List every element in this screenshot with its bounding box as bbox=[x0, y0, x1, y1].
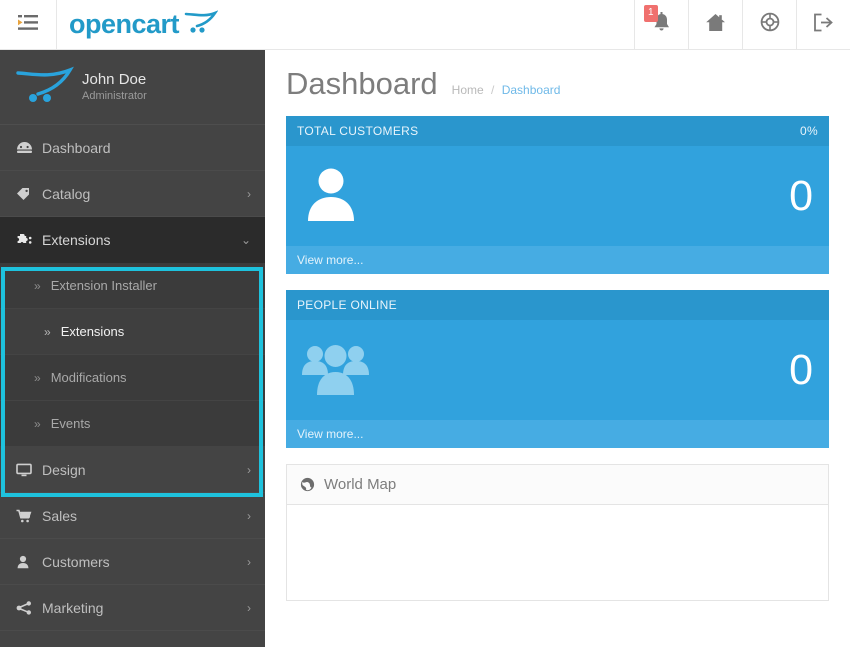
sidebar-item-marketing[interactable]: Marketing › bbox=[0, 585, 265, 631]
logout-icon bbox=[813, 13, 834, 37]
group-users-icon bbox=[300, 337, 372, 404]
world-map-canvas[interactable] bbox=[287, 505, 828, 600]
panel-header: World Map bbox=[287, 465, 828, 505]
double-chevron-right-icon: » bbox=[34, 370, 41, 385]
breadcrumb-current[interactable]: Dashboard bbox=[502, 83, 561, 97]
sidebar-subitem-modifications[interactable]: » Modifications bbox=[0, 355, 265, 401]
sidebar-item-dashboard[interactable]: Dashboard bbox=[0, 125, 265, 171]
support-button[interactable] bbox=[742, 0, 796, 49]
main-content: Dashboard Home / Dashboard TOTAL CUSTOME… bbox=[265, 50, 850, 647]
double-chevron-right-icon: » bbox=[34, 416, 41, 431]
user-profile-text: John Doe Administrator bbox=[76, 71, 147, 103]
sidebar-item-label: Catalog bbox=[42, 185, 91, 202]
sidebar-item-customers[interactable]: Customers › bbox=[0, 539, 265, 585]
cart-icon bbox=[16, 509, 42, 523]
notification-count-badge: 1 bbox=[644, 5, 658, 22]
breadcrumb: Home / Dashboard bbox=[452, 83, 561, 97]
chevron-down-icon: ⌄ bbox=[240, 233, 251, 247]
sidebar-subitem-extension-installer[interactable]: » Extension Installer bbox=[0, 263, 265, 309]
puzzle-piece-icon bbox=[16, 233, 42, 247]
breadcrumb-home[interactable]: Home bbox=[452, 83, 484, 97]
sidebar-item-catalog[interactable]: Catalog › bbox=[0, 171, 265, 217]
brand-logo[interactable]: opencart bbox=[57, 0, 219, 49]
storefront-button[interactable] bbox=[688, 0, 742, 49]
double-chevron-right-icon: » bbox=[44, 324, 51, 339]
sidebar-item-sales[interactable]: Sales › bbox=[0, 493, 265, 539]
tile-title: TOTAL CUSTOMERS bbox=[297, 124, 419, 138]
tile-view-more-link[interactable]: View more... bbox=[286, 420, 829, 448]
page-title: Dashboard bbox=[286, 66, 438, 101]
notifications-button[interactable]: 1 bbox=[634, 0, 688, 49]
sidebar-item-label: Extensions bbox=[42, 232, 111, 248]
sidebar-subitem-label: Modifications bbox=[50, 370, 127, 385]
page-header: Dashboard Home / Dashboard bbox=[286, 50, 829, 116]
world-map-panel: World Map bbox=[286, 464, 829, 601]
tile-value: 0 bbox=[789, 345, 813, 394]
sidebar-subitem-label: Events bbox=[50, 416, 91, 431]
header-spacer bbox=[218, 0, 634, 49]
sidebar-navigation: John Doe Administrator Dashboard Catalog… bbox=[0, 50, 265, 647]
tile-value: 0 bbox=[789, 171, 813, 220]
list-indent-icon bbox=[18, 14, 38, 35]
sidebar-item-label: Design bbox=[42, 461, 86, 478]
panel-title: World Map bbox=[324, 476, 397, 493]
top-header-bar: opencart 1 bbox=[0, 0, 850, 50]
sidebar-subitem-events[interactable]: » Events bbox=[0, 401, 265, 447]
opencart-cart-icon bbox=[14, 65, 76, 110]
chevron-right-icon: › bbox=[247, 508, 251, 523]
sidebar-item-label: Dashboard bbox=[42, 139, 111, 156]
sidebar-item-label: Sales bbox=[42, 507, 78, 524]
total-customers-tile: TOTAL CUSTOMERS 0% 0 View more... bbox=[286, 116, 829, 274]
sidebar-item-design[interactable]: Design › bbox=[0, 447, 265, 493]
sidebar-subitem-extensions[interactable]: » Extensions bbox=[0, 309, 265, 355]
people-online-tile: PEOPLE ONLINE 0 View more... bbox=[286, 290, 829, 448]
tile-body: 0 bbox=[286, 320, 829, 420]
tachometer-icon bbox=[16, 141, 42, 155]
logout-button[interactable] bbox=[796, 0, 850, 49]
chevron-right-icon: › bbox=[247, 186, 251, 201]
brand-name: opencart bbox=[69, 9, 180, 39]
tile-view-more-link[interactable]: View more... bbox=[286, 246, 829, 274]
monitor-icon bbox=[16, 463, 42, 477]
tile-title: PEOPLE ONLINE bbox=[297, 298, 397, 312]
tile-body: 0 bbox=[286, 146, 829, 246]
user-name: John Doe bbox=[82, 71, 147, 88]
sidebar-subitem-label: Extension Installer bbox=[50, 278, 157, 293]
lifering-icon bbox=[760, 12, 780, 37]
breadcrumb-separator: / bbox=[491, 83, 495, 97]
sidebar-item-extensions[interactable]: Extensions ⌄ bbox=[0, 217, 265, 263]
extensions-submenu: » Extension Installer » Extensions » Mod… bbox=[0, 263, 265, 447]
sidebar-item-label: Marketing bbox=[42, 599, 104, 616]
sidebar-toggle-button[interactable] bbox=[0, 0, 57, 49]
sidebar-subitem-label: Extensions bbox=[60, 324, 125, 339]
chevron-right-icon: › bbox=[247, 600, 251, 615]
user-role: Administrator bbox=[82, 90, 147, 102]
opencart-admin-window: opencart 1 John Doe Administrator Dashbo… bbox=[0, 0, 850, 647]
home-icon bbox=[705, 13, 726, 37]
chevron-right-icon: › bbox=[247, 554, 251, 569]
chevron-right-icon: › bbox=[247, 462, 251, 477]
double-chevron-right-icon: » bbox=[34, 278, 41, 293]
user-profile-block: John Doe Administrator bbox=[0, 50, 265, 125]
sidebar-item-label: Customers bbox=[42, 553, 110, 570]
tile-header: TOTAL CUSTOMERS 0% bbox=[286, 116, 829, 146]
tile-header: PEOPLE ONLINE bbox=[286, 290, 829, 320]
share-icon bbox=[16, 600, 42, 615]
single-user-icon bbox=[300, 163, 362, 230]
globe-icon bbox=[300, 477, 315, 492]
tile-percent: 0% bbox=[800, 124, 818, 138]
tag-icon bbox=[16, 187, 42, 201]
shopping-cart-icon bbox=[184, 10, 219, 39]
user-icon bbox=[16, 555, 42, 569]
